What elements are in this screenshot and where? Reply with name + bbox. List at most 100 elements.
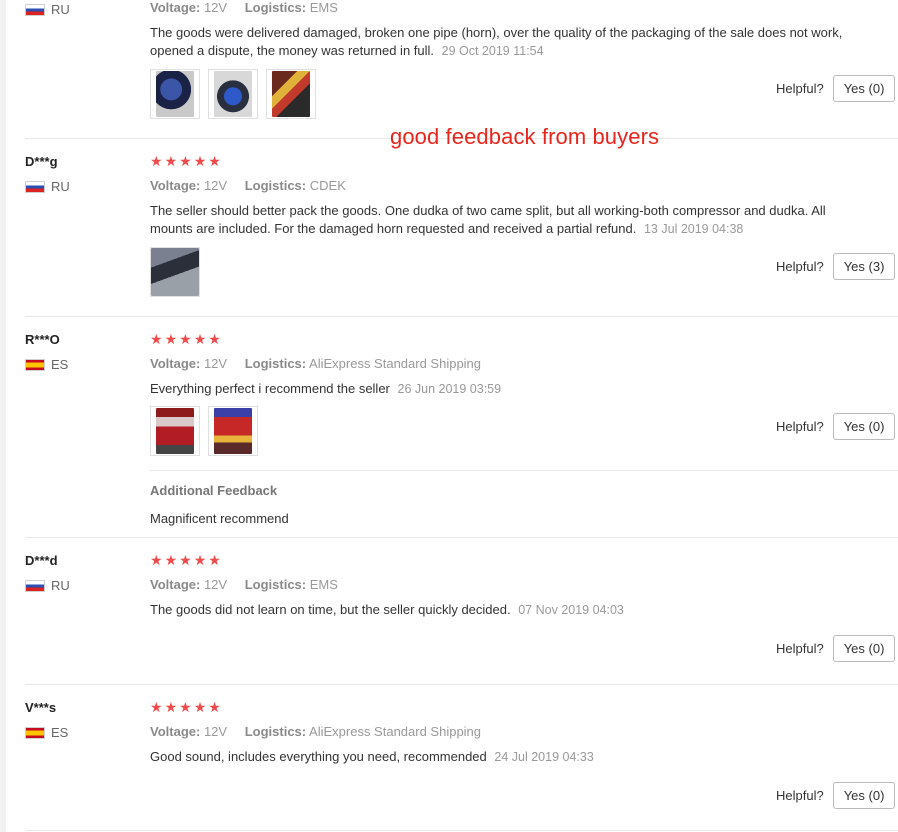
review-attributes: Voltage: 12V Logistics: EMS <box>150 0 338 15</box>
buyer-name: D***g <box>25 154 58 169</box>
helpful-yes-button[interactable]: Yes (0) <box>832 635 896 662</box>
spain-flag-icon <box>25 358 45 371</box>
review-date: 07 Nov 2019 04:03 <box>518 603 624 617</box>
review-text: The goods did not learn on time, but the… <box>150 602 624 617</box>
review-item: RU Voltage: 12V Logistics: EMS The goods… <box>0 0 898 139</box>
helpful-yes-button[interactable]: Yes (0) <box>832 75 896 102</box>
star-icon: ★ <box>179 552 192 568</box>
voltage-value: 12V <box>203 724 228 739</box>
additional-feedback-text: Magnificent recommend <box>150 511 289 526</box>
helpful-vote: Helpful? Yes (3) <box>776 253 896 280</box>
review-item: D***g RU ★ ★ ★ ★ ★ Voltage: 12V Logistics: C… <box>0 139 898 317</box>
logistics-value: AliExpress Standard Shipping <box>309 356 482 371</box>
star-icon: ★ <box>193 552 207 568</box>
star-icon: ★ <box>164 552 178 568</box>
review-item: R***O ES ★ ★ ★ ★ ★ Voltage: 12V Logistics: A… <box>0 317 898 538</box>
star-icon: ★ <box>164 331 178 347</box>
logistics-value: AliExpress Standard Shipping <box>309 724 482 739</box>
review-photo-thumbnail[interactable] <box>150 406 200 456</box>
helpful-label: Helpful? <box>776 419 824 434</box>
helpful-yes-button[interactable]: Yes (0) <box>832 782 896 809</box>
review-attributes: Voltage: 12V Logistics: AliExpress Stand… <box>150 724 482 739</box>
review-date: 29 Oct 2019 11:54 <box>441 44 544 58</box>
star-rating: ★ ★ ★ ★ ★ <box>150 552 221 569</box>
helpful-yes-button[interactable]: Yes (3) <box>832 253 896 280</box>
additional-feedback-title: Additional Feedback <box>150 483 278 498</box>
star-icon: ★ <box>164 699 178 715</box>
voltage-value: 12V <box>203 356 228 371</box>
spain-flag-icon <box>25 726 45 739</box>
buyer-name: V***s <box>25 700 57 715</box>
star-rating: ★ ★ ★ ★ ★ <box>150 699 221 716</box>
star-rating: ★ ★ ★ ★ ★ <box>150 331 221 348</box>
star-icon: ★ <box>208 552 221 568</box>
buyer-name: R***O <box>25 332 60 347</box>
helpful-label: Helpful? <box>776 81 824 96</box>
kit-photo <box>151 248 199 296</box>
star-icon: ★ <box>179 331 192 347</box>
horn-photo <box>214 71 252 117</box>
review-attributes: Voltage: 12V Logistics: EMS <box>150 577 338 592</box>
review-photos <box>150 247 200 297</box>
review-attributes: Voltage: 12V Logistics: AliExpress Stand… <box>150 356 482 371</box>
logistics-value: EMS <box>309 0 338 15</box>
package-photo <box>156 408 194 454</box>
star-icon: ★ <box>179 153 192 169</box>
russia-flag-icon <box>25 3 45 16</box>
review-date: 24 Jul 2019 04:33 <box>494 750 594 764</box>
additional-feedback-divider <box>150 470 898 471</box>
helpful-vote: Helpful? Yes (0) <box>776 413 896 440</box>
review-attributes: Voltage: 12V Logistics: CDEK <box>150 178 346 193</box>
package-photo <box>214 408 252 454</box>
review-photo-thumbnail[interactable] <box>150 69 200 119</box>
star-icon: ★ <box>150 552 163 568</box>
review-text: The seller should better pack the goods.… <box>150 203 826 236</box>
helpful-label: Helpful? <box>776 788 824 803</box>
star-icon: ★ <box>208 699 221 715</box>
logistics-value: EMS <box>309 577 338 592</box>
review-photos <box>150 69 316 119</box>
star-icon: ★ <box>150 331 163 347</box>
review-item: V***s ES ★ ★ ★ ★ ★ Voltage: 12V Logistics: A… <box>0 685 898 832</box>
helpful-vote: Helpful? Yes (0) <box>776 635 896 662</box>
buyer-country: ES <box>25 357 68 372</box>
voltage-value: 12V <box>203 577 228 592</box>
review-date: 26 Jun 2019 03:59 <box>397 382 502 396</box>
buyer-country: ES <box>25 725 68 740</box>
star-icon: ★ <box>164 153 178 169</box>
review-date: 13 Jul 2019 04:38 <box>643 222 744 236</box>
buyer-name: D***d <box>25 553 58 568</box>
helpful-vote: Helpful? Yes (0) <box>776 782 896 809</box>
review-photo-thumbnail[interactable] <box>266 69 316 119</box>
star-icon: ★ <box>208 153 221 169</box>
buyer-country: RU <box>25 2 70 17</box>
horn-photo <box>156 71 194 117</box>
star-icon: ★ <box>208 331 221 347</box>
russia-flag-icon <box>25 579 45 592</box>
review-photo-thumbnail[interactable] <box>208 406 258 456</box>
helpful-label: Helpful? <box>776 259 824 274</box>
helpful-label: Helpful? <box>776 641 824 656</box>
star-icon: ★ <box>193 153 207 169</box>
review-text: Good sound, includes everything you need… <box>150 749 594 764</box>
buyer-country: RU <box>25 578 70 593</box>
star-icon: ★ <box>150 699 163 715</box>
buyer-country: RU <box>25 179 70 194</box>
star-icon: ★ <box>193 699 207 715</box>
voltage-value: 12V <box>203 0 228 15</box>
horn-photo <box>272 71 310 117</box>
review-divider <box>25 830 898 831</box>
star-rating: ★ ★ ★ ★ ★ <box>150 153 221 170</box>
review-text: The goods were delivered damaged, broken… <box>150 25 843 58</box>
star-icon: ★ <box>179 699 192 715</box>
helpful-yes-button[interactable]: Yes (0) <box>832 413 896 440</box>
star-icon: ★ <box>150 153 163 169</box>
review-text: Everything perfect i recommend the selle… <box>150 381 502 396</box>
russia-flag-icon <box>25 180 45 193</box>
voltage-value: 12V <box>203 178 228 193</box>
review-photo-thumbnail[interactable] <box>150 247 200 297</box>
review-photo-thumbnail[interactable] <box>208 69 258 119</box>
star-icon: ★ <box>193 331 207 347</box>
reviews-page: RU Voltage: 12V Logistics: EMS The goods… <box>0 0 898 832</box>
review-photos <box>150 406 258 456</box>
